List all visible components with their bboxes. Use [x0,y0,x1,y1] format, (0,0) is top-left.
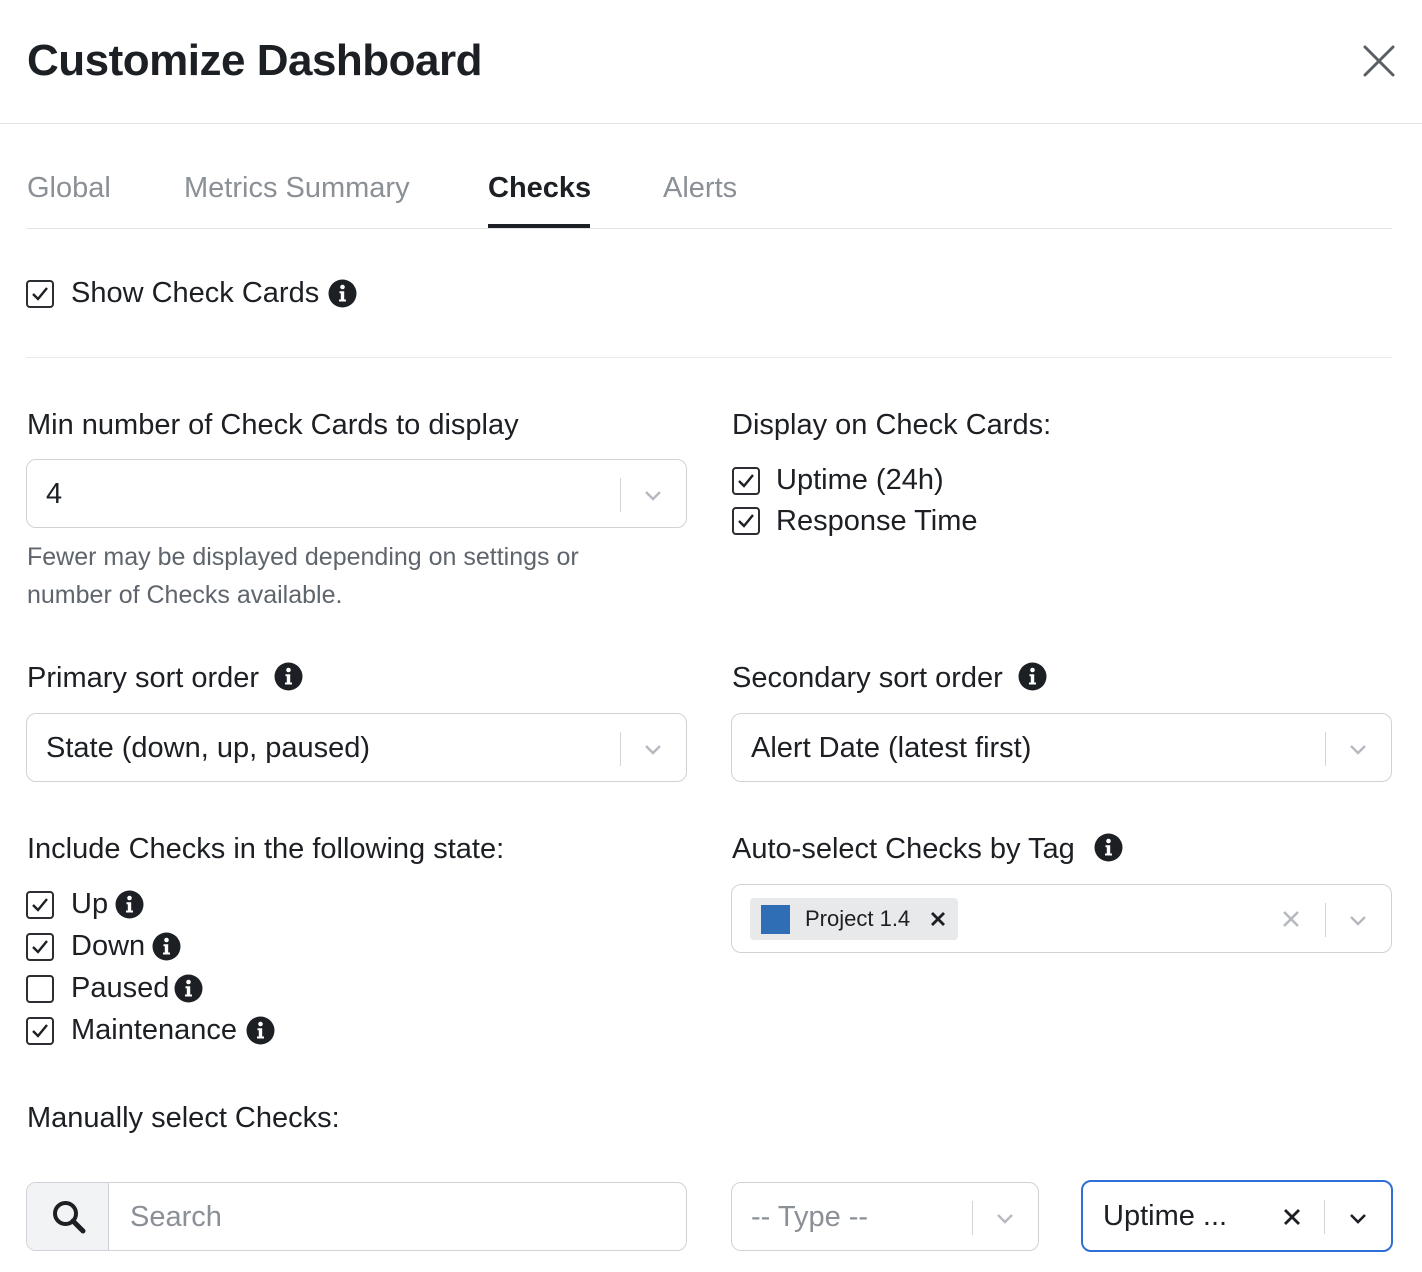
select-separator [1324,1200,1325,1234]
min-cards-value: 4 [46,478,63,510]
type-select[interactable]: -- Type -- [731,1182,1039,1251]
chevron-down-icon [1350,916,1366,926]
info-icon[interactable] [1018,662,1047,691]
state-up-checkbox[interactable] [26,891,54,919]
chevron-down-icon [1350,1214,1366,1224]
check-icon [738,474,754,488]
show-check-cards-checkbox[interactable] [26,280,54,308]
chevron-down-icon [645,491,661,501]
chevron-down-icon [1350,745,1366,755]
info-icon[interactable] [274,662,303,691]
check-icon [32,287,48,301]
show-check-cards-label: Show Check Cards [71,277,320,309]
info-icon[interactable] [152,932,181,961]
tab-bar: Global Metrics Summary Checks Alerts [26,150,1392,229]
tag-color-swatch [761,905,790,934]
clear-icon[interactable] [1281,909,1301,929]
dialog-header: Customize Dashboard [0,0,1422,124]
select-separator [1325,903,1326,937]
active-tab-indicator [488,224,590,228]
primary-sort-value: State (down, up, paused) [46,732,371,764]
info-icon[interactable] [115,890,144,919]
search-input[interactable] [117,1191,677,1243]
tab-checks[interactable]: Checks [488,172,591,205]
state-maintenance-checkbox[interactable] [26,1017,54,1045]
tag-chip: Project 1.4 [750,898,958,940]
remove-tag-icon[interactable] [930,911,946,927]
min-cards-hint: Fewer may be displayed depending on sett… [27,543,579,609]
manual-select-label: Manually select Checks: [27,1102,340,1134]
state-up-label: Up [71,888,109,920]
state-maintenance-label: Maintenance [71,1014,238,1046]
uptime-24h-checkbox[interactable] [732,467,760,495]
info-icon[interactable] [174,974,203,1003]
check-icon [32,1024,48,1038]
primary-sort-label: Primary sort order [27,662,260,694]
state-down-checkbox[interactable] [26,933,54,961]
select-separator [620,478,621,512]
state-paused-label: Paused [71,972,170,1004]
close-button[interactable] [1356,40,1400,84]
close-icon [1363,45,1395,77]
search-icon [53,1201,86,1234]
check-icon [32,898,48,912]
dialog-title: Customize Dashboard [27,36,483,85]
check-icon [738,514,754,528]
select-separator [972,1201,973,1235]
secondary-sort-label: Secondary sort order [732,662,1003,694]
info-icon[interactable] [1094,833,1123,862]
search-field[interactable] [26,1182,687,1251]
uptime-24h-label: Uptime (24h) [776,464,944,496]
uptime-select[interactable]: Uptime ... [1081,1180,1393,1252]
check-icon [32,940,48,954]
tab-metrics-summary[interactable]: Metrics Summary [184,172,410,205]
clear-icon[interactable] [1282,1207,1302,1227]
info-icon[interactable] [328,279,357,308]
tab-global[interactable]: Global [27,172,111,205]
select-separator [1325,732,1326,766]
state-down-label: Down [71,930,146,962]
min-cards-select[interactable]: 4 [26,459,687,528]
chevron-down-icon [997,1214,1013,1224]
info-icon[interactable] [246,1016,275,1045]
tab-alerts[interactable]: Alerts [663,172,737,205]
response-time-label: Response Time [776,505,978,537]
min-cards-label: Min number of Check Cards to display [27,409,519,441]
display-on-cards-label: Display on Check Cards: [732,409,1052,441]
select-separator [620,732,621,766]
search-icon-box [27,1183,109,1250]
secondary-sort-value: Alert Date (latest first) [751,732,1032,764]
secondary-sort-select[interactable]: Alert Date (latest first) [731,713,1392,782]
auto-select-tag-label: Auto-select Checks by Tag [732,833,1075,865]
state-paused-checkbox[interactable] [26,975,54,1003]
uptime-select-value: Uptime ... [1103,1200,1228,1232]
primary-sort-select[interactable]: State (down, up, paused) [26,713,687,782]
tag-chip-label: Project 1.4 [805,906,911,931]
chevron-down-icon [645,745,661,755]
type-placeholder: -- Type -- [751,1201,869,1233]
response-time-checkbox[interactable] [732,507,760,535]
section-divider [26,357,1392,358]
include-states-label: Include Checks in the following state: [27,833,505,865]
